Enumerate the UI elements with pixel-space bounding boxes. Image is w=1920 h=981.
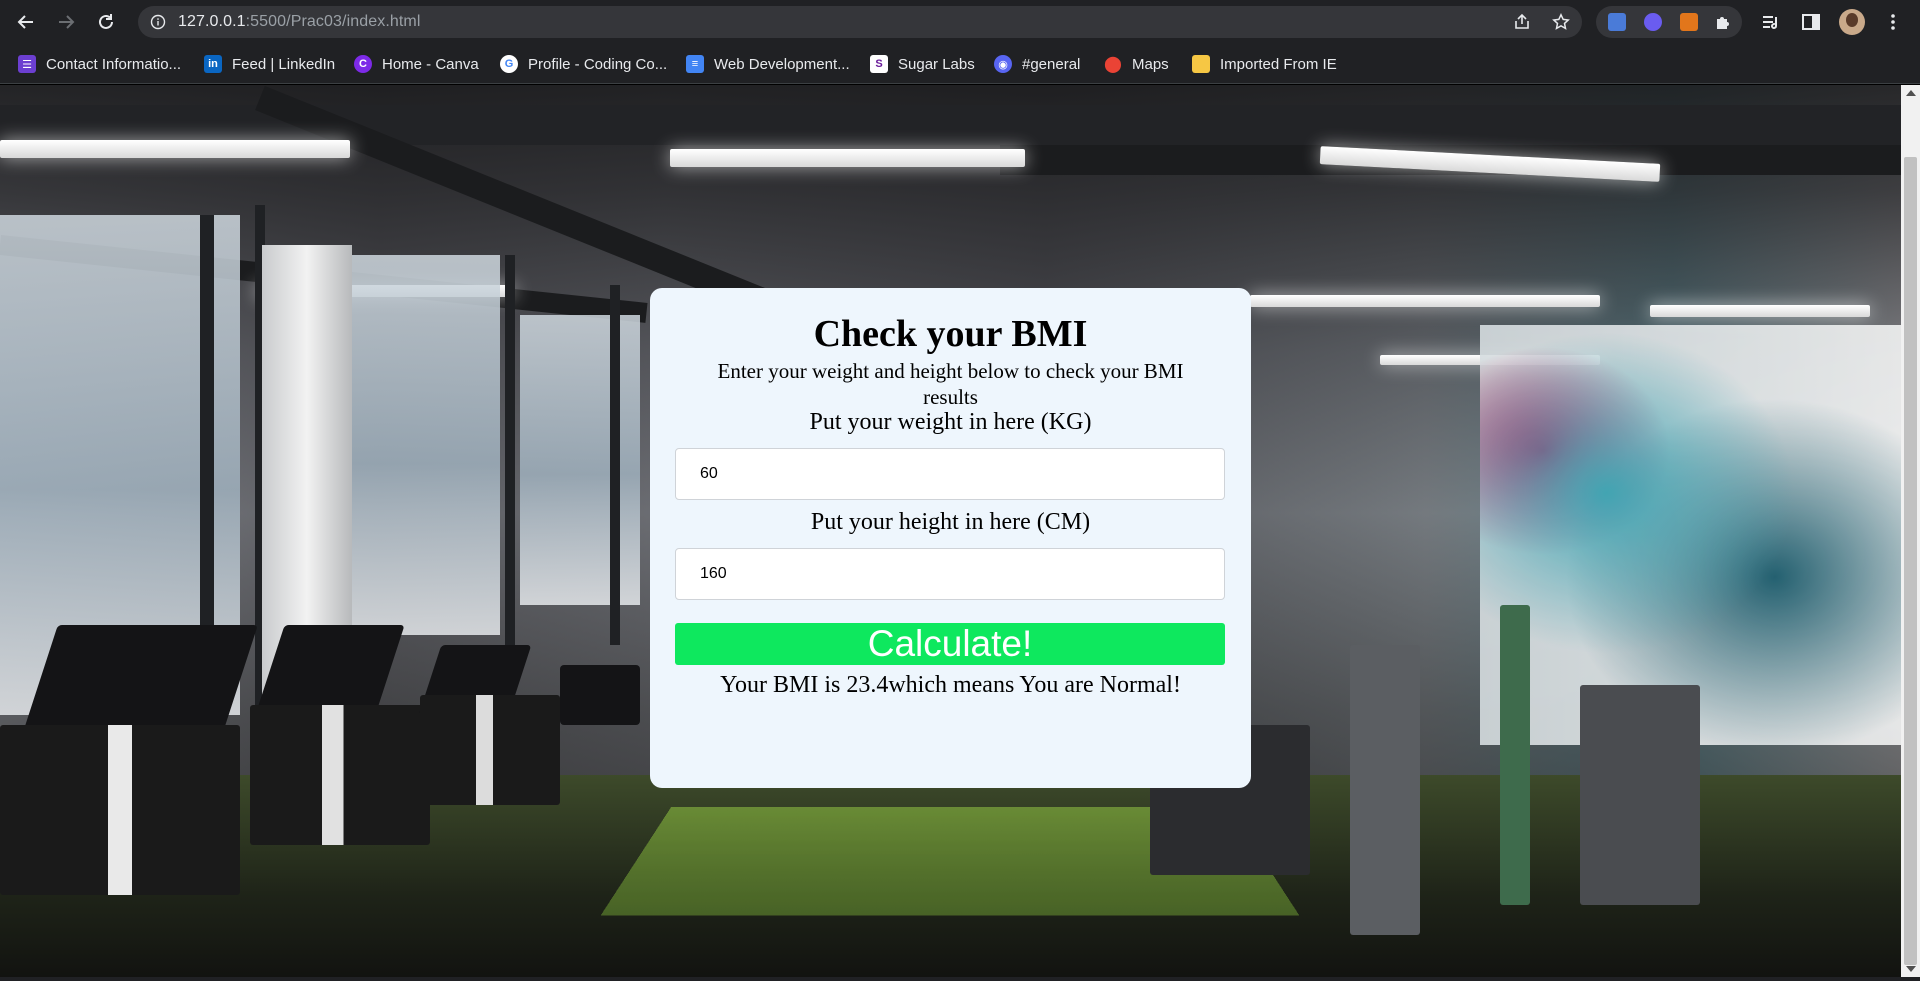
discord-icon: ◉ bbox=[994, 55, 1012, 73]
forward-button[interactable] bbox=[52, 8, 80, 36]
linkedin-icon: in bbox=[204, 55, 222, 73]
bookmark-label: Feed | LinkedIn bbox=[232, 55, 336, 73]
window-bottom-edge bbox=[0, 977, 1920, 981]
page-scrollbar[interactable] bbox=[1901, 85, 1920, 977]
extension-icon[interactable] bbox=[1608, 13, 1626, 31]
canva-icon: C bbox=[354, 55, 372, 73]
bookmark-contact[interactable]: ☰ Contact Informatio... bbox=[18, 53, 181, 75]
bookmark-maps[interactable]: ⬤ Maps bbox=[1104, 53, 1169, 75]
arrow-left-icon bbox=[17, 15, 33, 29]
metamask-icon[interactable] bbox=[1680, 13, 1698, 31]
bookmark-imported[interactable]: Imported From IE bbox=[1192, 53, 1337, 75]
bookmark-canva[interactable]: C Home - Canva bbox=[354, 53, 479, 75]
height-input[interactable] bbox=[675, 548, 1225, 600]
bookmark-sugarlabs[interactable]: S Sugar Labs bbox=[870, 53, 975, 75]
google-icon: G bbox=[500, 55, 518, 73]
bookmark-label: Sugar Labs bbox=[898, 55, 975, 73]
bookmark-label: Profile - Coding Co... bbox=[528, 55, 668, 73]
bookmark-coding[interactable]: G Profile - Coding Co... bbox=[500, 53, 667, 75]
weight-input[interactable] bbox=[675, 448, 1225, 500]
back-button[interactable] bbox=[12, 8, 40, 36]
calculate-button[interactable]: Calculate! bbox=[675, 623, 1225, 665]
browser-toolbar: 127.0.0.1:5500/Prac03/index.html bbox=[0, 0, 1920, 44]
info-icon[interactable] bbox=[150, 14, 166, 30]
star-icon[interactable] bbox=[1552, 13, 1570, 31]
bmi-result: Your BMI is 23.4which means You are Norm… bbox=[720, 672, 1181, 698]
bookmark-label: Web Development... bbox=[714, 55, 850, 73]
maps-icon: ⬤ bbox=[1104, 55, 1122, 73]
arrow-right-icon bbox=[59, 15, 75, 29]
extensions-bar bbox=[1596, 6, 1742, 38]
bookmark-discord[interactable]: ◉ #general bbox=[994, 53, 1080, 75]
page-title: Check your BMI bbox=[813, 313, 1088, 355]
folder-icon bbox=[1192, 55, 1210, 73]
menu-dots-icon[interactable] bbox=[1882, 11, 1904, 33]
bookmark-label: Maps bbox=[1132, 55, 1169, 73]
page-viewport: Check your BMI Enter your weight and hei… bbox=[0, 85, 1901, 977]
bookmark-label: Imported From IE bbox=[1220, 55, 1337, 73]
weight-label: Put your weight in here (KG) bbox=[809, 409, 1092, 435]
sugarlabs-icon: S bbox=[870, 55, 888, 73]
reload-button[interactable] bbox=[92, 8, 120, 36]
reload-icon bbox=[99, 14, 113, 29]
bmi-card: Check your BMI Enter your weight and hei… bbox=[650, 288, 1251, 788]
extension-icon[interactable] bbox=[1644, 13, 1662, 31]
scroll-thumb[interactable] bbox=[1904, 157, 1917, 965]
profile-avatar[interactable] bbox=[1839, 9, 1865, 35]
puzzle-icon[interactable] bbox=[1714, 13, 1732, 31]
bookmarks-bar: ☰ Contact Informatio... in Feed | LinkedIn… bbox=[0, 44, 1920, 84]
side-panel-icon[interactable] bbox=[1800, 11, 1822, 33]
docs-icon: ≡ bbox=[686, 55, 704, 73]
page-subtitle: Enter your weight and height below to ch… bbox=[717, 359, 1184, 409]
height-label: Put your height in here (CM) bbox=[810, 509, 1091, 535]
bookmark-label: Home - Canva bbox=[382, 55, 479, 73]
url-text[interactable]: 127.0.0.1:5500/Prac03/index.html bbox=[178, 13, 421, 31]
scroll-down-arrow-icon[interactable] bbox=[1906, 966, 1916, 972]
bookmark-label: Contact Informatio... bbox=[46, 55, 182, 73]
share-icon[interactable] bbox=[1513, 13, 1531, 31]
reading-list-icon[interactable] bbox=[1760, 11, 1782, 33]
address-bar[interactable]: 127.0.0.1:5500/Prac03/index.html bbox=[138, 6, 1582, 38]
bookmark-linkedin[interactable]: in Feed | LinkedIn bbox=[204, 53, 335, 75]
bookmark-webdev[interactable]: ≡ Web Development... bbox=[686, 53, 850, 75]
scroll-up-arrow-icon[interactable] bbox=[1906, 90, 1916, 96]
list-icon: ☰ bbox=[18, 55, 36, 73]
bookmark-label: #general bbox=[1022, 55, 1081, 73]
